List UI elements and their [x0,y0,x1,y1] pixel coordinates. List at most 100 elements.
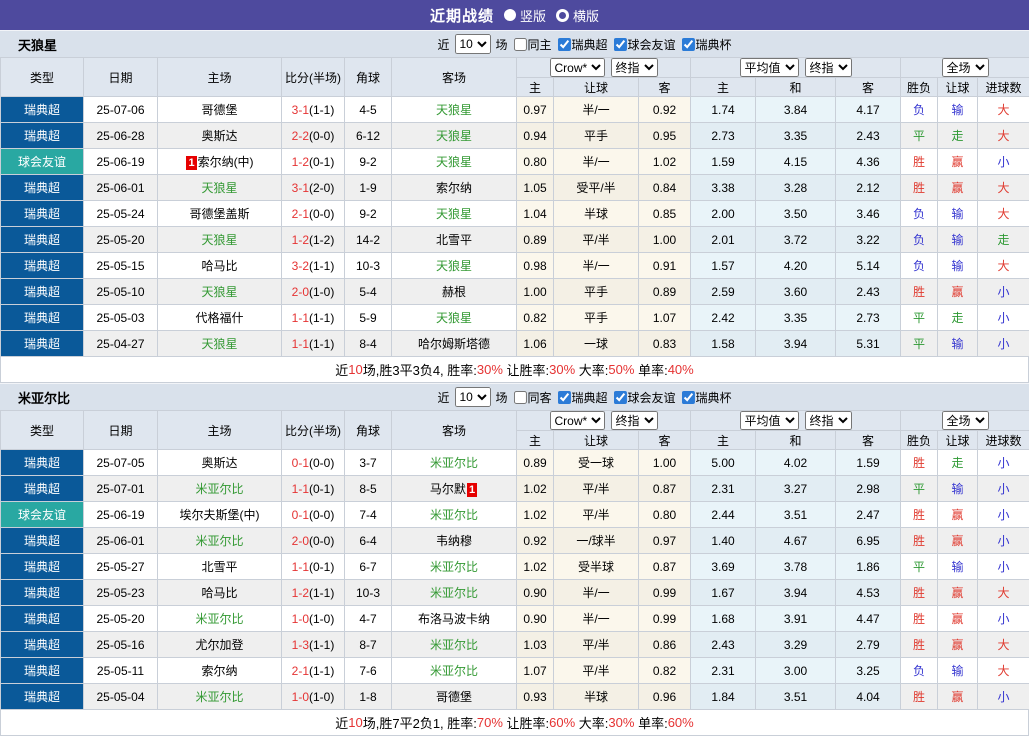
home-team-name[interactable]: 天狼星 [201,181,237,195]
away-team-name[interactable]: 天狼星 [436,129,472,143]
avg-draw-odds: 3.50 [756,201,836,227]
league-checkbox-0[interactable]: 瑞典超 [558,36,608,53]
same-venue-checkbox[interactable]: 同主 [513,36,551,53]
league-type-cell: 瑞典超 [1,253,84,279]
away-team-name[interactable]: 天狼星 [436,311,472,325]
league-checkbox-1-box[interactable] [614,391,627,404]
away-team-name[interactable]: 米亚尔比 [430,508,478,522]
away-team-name[interactable]: 哥德堡 [436,690,472,704]
scope-select[interactable]: 全场 [942,58,989,77]
league-type-cell: 瑞典超 [1,227,84,253]
radio-checked-icon[interactable] [504,9,516,21]
home-team-name[interactable]: 索尔纳 [201,664,237,678]
home-team-name[interactable]: 天狼星 [201,285,237,299]
home-odds: 1.06 [517,331,554,357]
league-checkbox-1-box[interactable] [614,38,627,51]
average-stage-select[interactable]: 终指 [805,411,852,430]
home-team-name[interactable]: 哥德堡盖斯 [189,207,249,221]
away-team-name[interactable]: 米亚尔比 [430,664,478,678]
league-checkbox-2-box[interactable] [682,38,695,51]
league-checkbox-1[interactable]: 球会友谊 [614,36,676,53]
bookmaker-stage-select[interactable]: 终指 [611,411,658,430]
average-stage-select[interactable]: 终指 [805,58,852,77]
away-team-cell: 天狼星 [392,305,517,331]
home-team-name[interactable]: 哈马比 [201,586,237,600]
bookmaker-stage-select[interactable]: 终指 [611,58,658,77]
league-checkbox-0-box[interactable] [558,38,571,51]
away-team-name[interactable]: 米亚尔比 [430,586,478,600]
summary-text: 大率: [575,713,608,732]
radio-unchecked-icon[interactable] [556,9,569,22]
league-checkbox-1[interactable]: 球会友谊 [614,389,676,406]
bookmaker-select[interactable]: Crow* [550,411,605,430]
same-venue-checkbox[interactable]: 同客 [513,389,551,406]
away-team-name[interactable]: 韦纳穆 [436,534,472,548]
away-team-name[interactable]: 米亚尔比 [430,560,478,574]
avg-draw-odds: 3.00 [756,658,836,684]
home-team-name[interactable]: 尤尔加登 [195,638,243,652]
home-team-name[interactable]: 米亚尔比 [195,690,243,704]
league-checkbox-2-box[interactable] [682,391,695,404]
handicap: 受半球 [554,554,639,580]
league-checkbox-0[interactable]: 瑞典超 [558,389,608,406]
away-team-name[interactable]: 米亚尔比 [430,456,478,470]
fulltime-score: 1-2 [292,155,309,169]
league-type-cell: 瑞典超 [1,580,84,606]
league-type-cell: 瑞典超 [1,632,84,658]
home-team-name[interactable]: 代格福什 [195,311,243,325]
away-team-name[interactable]: 米亚尔比 [430,638,478,652]
home-odds: 0.90 [517,580,554,606]
section-summary: 近10场,胜3平3负4, 胜率:30% 让胜率:30% 大率:50% 单率:40… [0,357,1029,383]
home-team-name[interactable]: 埃尔夫斯堡(中) [180,508,260,522]
league-checkbox-0-box[interactable] [558,391,571,404]
away-team-name[interactable]: 马尔默 [430,482,466,496]
home-team-name[interactable]: 米亚尔比 [195,612,243,626]
home-team-name[interactable]: 哈马比 [201,259,237,273]
away-team-name[interactable]: 哈尔姆斯塔德 [418,337,490,351]
away-team-name[interactable]: 天狼星 [436,155,472,169]
avg-away-odds: 4.47 [836,606,901,632]
average-select[interactable]: 平均值 [740,411,799,430]
home-team-name[interactable]: 奥斯达 [201,129,237,143]
away-team-name[interactable]: 赫根 [442,285,466,299]
away-team-name[interactable]: 天狼星 [436,103,472,117]
handicap: 受一球 [554,450,639,476]
home-team-name[interactable]: 米亚尔比 [195,482,243,496]
away-odds: 0.83 [639,331,691,357]
halftime-score: (1-1) [309,638,334,652]
layout-option-horizontal[interactable]: 横版 [556,6,599,25]
home-team-name[interactable]: 天狼星 [201,233,237,247]
match-count-select[interactable]: 10 [454,34,490,54]
scope-select[interactable]: 全场 [942,411,989,430]
home-team-name[interactable]: 索尔纳(中) [198,155,254,169]
same-venue-checkbox-box[interactable] [513,391,526,404]
away-team-cell: 韦纳穆 [392,528,517,554]
home-team-name[interactable]: 天狼星 [201,337,237,351]
league-type-cell: 瑞典超 [1,175,84,201]
result-wdl: 胜 [901,279,938,305]
layout-option-vertical[interactable]: 竖版 [504,6,546,25]
league-checkbox-2[interactable]: 瑞典杯 [682,389,732,406]
home-team-name[interactable]: 米亚尔比 [195,534,243,548]
away-odds: 0.92 [639,97,691,123]
bookmaker-select[interactable]: Crow* [550,58,605,77]
league-checkbox-2[interactable]: 瑞典杯 [682,36,732,53]
away-team-name[interactable]: 天狼星 [436,207,472,221]
summary-stat-value: 60% [549,715,575,730]
away-team-name[interactable]: 天狼星 [436,259,472,273]
average-select[interactable]: 平均值 [740,58,799,77]
match-count-select[interactable]: 10 [454,387,490,407]
match-score: 0-1(0-0) [282,502,345,528]
handicap: 平手 [554,279,639,305]
result-wdl: 胜 [901,175,938,201]
result-handicap: 输 [938,554,978,580]
home-team-name[interactable]: 哥德堡 [201,103,237,117]
away-team-name[interactable]: 北雪平 [436,233,472,247]
same-venue-checkbox-box[interactable] [513,38,526,51]
home-team-name[interactable]: 奥斯达 [201,456,237,470]
away-team-name[interactable]: 布洛马波卡纳 [418,612,490,626]
home-team-cell: 哥德堡盖斯 [158,201,282,227]
away-team-name[interactable]: 索尔纳 [436,181,472,195]
home-team-name[interactable]: 北雪平 [201,560,237,574]
avg-home-odds: 2.00 [691,201,756,227]
